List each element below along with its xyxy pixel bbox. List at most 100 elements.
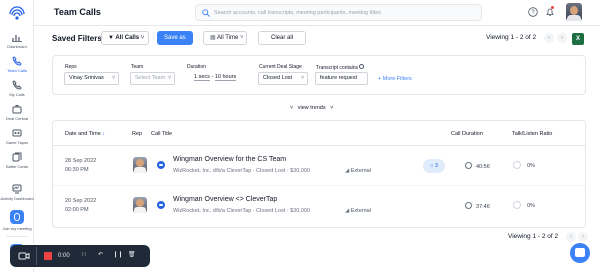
sidebar-divider: [6, 236, 28, 237]
view-trends-label: view trends: [297, 105, 326, 111]
clock-icon: [465, 202, 472, 209]
svg-text:?: ?: [531, 10, 535, 16]
sidebar-item-label: Deal Central: [5, 116, 29, 121]
search-input[interactable]: Search accounts, call transcripts, meeti…: [195, 4, 482, 21]
sidebar-item-team-calls[interactable]: Team Calls: [0, 56, 34, 73]
call-title-link[interactable]: Wingman Overview for the CS Team: [173, 156, 286, 163]
ratio-column-header: Talk/Listen Ratio: [512, 131, 553, 137]
video-tape-icon: [12, 129, 22, 137]
ratio-value: 0%: [527, 203, 535, 209]
sidebar: Dashboard Team Calls My Calls Deal Centr…: [0, 0, 34, 272]
deal-stage-label: Current Deal Stage: [259, 64, 302, 70]
stop-recording-button[interactable]: [44, 252, 52, 260]
transcript-input[interactable]: feature request: [315, 72, 368, 85]
reps-label: Reps: [65, 64, 77, 70]
undo-icon[interactable]: ↶: [98, 250, 103, 260]
prev-page-icon[interactable]: ‹: [566, 232, 576, 242]
call-date: 20 Sep 2022: [65, 198, 97, 204]
bar-chart-icon: [12, 35, 22, 42]
sidebar-item-dashboard[interactable]: Dashboard: [0, 32, 34, 49]
grid-dots-icon[interactable]: ∷: [82, 250, 86, 260]
next-page-icon[interactable]: ›: [578, 232, 588, 242]
rep-avatar[interactable]: [133, 157, 147, 173]
sidebar-item-activity-dashboard[interactable]: Activity Dashboard: [0, 184, 34, 201]
rep-column-header: Rep: [132, 131, 143, 137]
tag-icon: ◢: [345, 208, 350, 214]
prev-page-icon[interactable]: ‹: [544, 33, 554, 43]
sidebar-item-label: Game Tapes: [5, 140, 29, 145]
duration-separator: -: [211, 74, 214, 80]
duration-max[interactable]: 10 hours: [214, 74, 237, 81]
rep-avatar[interactable]: [133, 197, 147, 213]
briefcase-icon: [12, 105, 22, 114]
join-meeting-icon: [10, 210, 24, 224]
duration-range[interactable]: 1 secs - 10 hours: [194, 74, 237, 81]
sort-arrow-icon[interactable]: ↓: [102, 131, 105, 137]
excel-export-icon[interactable]: X: [572, 33, 584, 45]
saved-filter-select[interactable]: ▼ All Calls ˅: [101, 31, 149, 45]
more-filters-link[interactable]: + More Filters: [378, 76, 412, 82]
sidebar-item-label: Join my meeting: [2, 226, 32, 231]
chevron-down-icon: ˅: [140, 35, 145, 41]
wingman-logo-icon[interactable]: [9, 6, 25, 22]
next-page-icon[interactable]: ›: [557, 33, 567, 43]
top-header: Team Calls Search accounts, call transcr…: [34, 0, 600, 26]
call-type: ◢ External: [345, 168, 371, 174]
trash-icon[interactable]: 🗑: [128, 250, 136, 260]
saved-filters-label: Saved Filters:: [52, 34, 105, 43]
sidebar-item-game-tapes[interactable]: Game Tapes: [0, 128, 34, 145]
account-name[interactable]: WizRocket, Inc. d/b/a CleverTap: [173, 208, 251, 214]
call-title-link[interactable]: Wingman Overview <> CleverTap: [173, 196, 277, 203]
table-row[interactable]: 28 Sep 2022 06:30 PM Wingman Overview fo…: [53, 146, 585, 186]
ratio-ring-icon: [513, 161, 521, 169]
team-placeholder: Select Team: [135, 75, 166, 81]
duration-label: Duration: [187, 64, 206, 70]
deal-stage: Closed Lost: [256, 208, 286, 214]
cards-icon: [12, 152, 22, 162]
duration-value: 40:56: [476, 164, 490, 170]
chevron-down-icon: ˅: [168, 75, 171, 81]
user-avatar[interactable]: [566, 3, 582, 21]
deal-stage: Closed Lost: [256, 168, 286, 174]
call-time: 06:30 PM: [65, 167, 89, 173]
page-title: Team Calls: [54, 7, 101, 17]
table-row[interactable]: 20 Sep 2022 02:00 PM Wingman Overview <>…: [53, 186, 585, 226]
phone-list-icon: [12, 80, 22, 90]
chat-support-button[interactable]: [570, 243, 590, 263]
call-duration: 40:56: [465, 162, 490, 170]
tag-icon: ◢: [345, 168, 350, 174]
sidebar-item-battle-cards[interactable]: Battle Cards: [0, 152, 34, 169]
save-as-button[interactable]: Save as: [157, 31, 193, 45]
deal-amount: $30,000: [290, 208, 311, 214]
date-column-header[interactable]: Date and Time ↓: [65, 131, 105, 137]
duration-value: 37:46: [476, 204, 490, 210]
reps-select[interactable]: Vinay Srinivas ˅: [64, 72, 119, 85]
help-icon[interactable]: ?: [528, 7, 538, 17]
sidebar-item-my-calls[interactable]: My Calls: [0, 80, 34, 97]
camera-icon[interactable]: [18, 250, 30, 262]
talk-listen-ratio: 0%: [513, 161, 535, 169]
account-name[interactable]: WizRocket, Inc. d/b/a CleverTap: [173, 168, 251, 174]
deal-stage-select[interactable]: Closed Lost ˅: [258, 72, 308, 85]
sidebar-item-deal-central[interactable]: Deal Central: [0, 104, 34, 121]
chevron-down-icon: ˅: [290, 105, 294, 111]
info-icon[interactable]: [359, 64, 365, 69]
ratio-value: 0%: [527, 163, 535, 169]
pause-icon[interactable]: ❙❙: [113, 250, 123, 260]
pagination-summary-top: Viewing 1 - 2 of 2: [486, 34, 537, 41]
clear-all-button[interactable]: Clear all: [258, 31, 306, 45]
zoom-icon: [157, 201, 165, 209]
comment-icon: ○: [430, 163, 434, 169]
saved-filter-value: All Calls: [115, 35, 140, 41]
activity-monitor-icon: [12, 184, 22, 194]
chat-icon: [575, 248, 585, 257]
deal-stage-value: Closed Lost: [263, 75, 293, 81]
time-range-select[interactable]: ▦ All Time ˅: [203, 31, 247, 45]
time-range-value: All Time: [217, 35, 239, 41]
duration-min[interactable]: 1 secs: [194, 74, 210, 81]
comments-badge[interactable]: ○ 3: [423, 159, 445, 173]
view-trends-toggle[interactable]: ˅ view trends ˅: [290, 105, 333, 111]
team-select[interactable]: Select Team ˅: [130, 72, 175, 85]
call-time: 02:00 PM: [65, 207, 89, 213]
sidebar-item-join-meeting[interactable]: Join my meeting: [0, 210, 34, 231]
